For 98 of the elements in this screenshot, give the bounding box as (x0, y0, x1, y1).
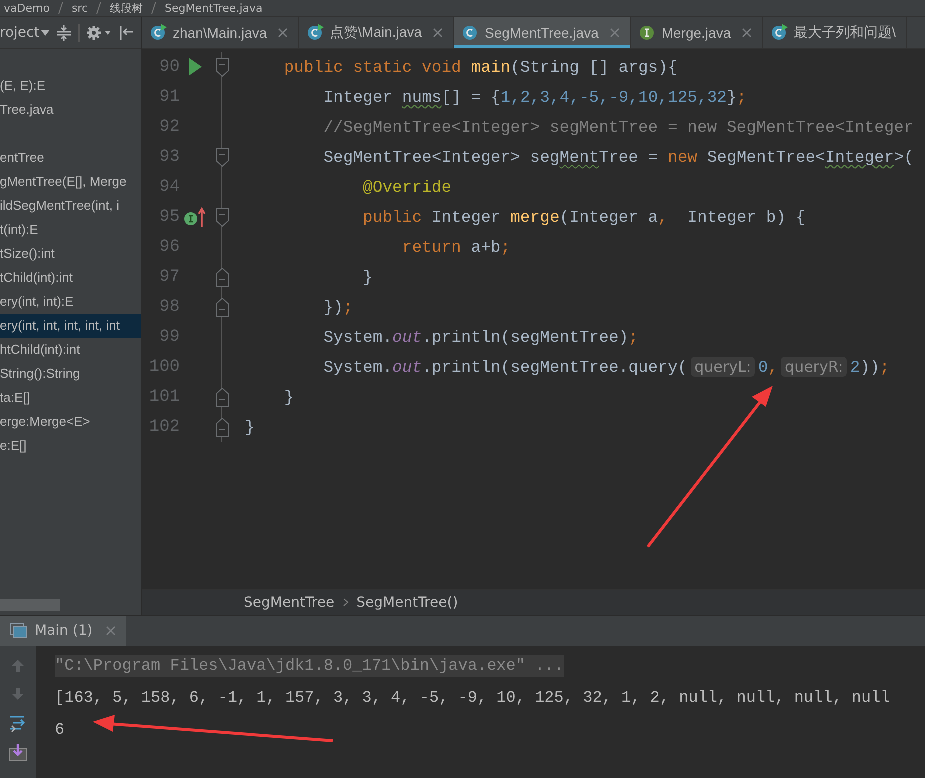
collapse-icon[interactable] (56, 24, 72, 40)
close-icon[interactable] (432, 28, 443, 38)
fold-icon[interactable] (216, 208, 228, 226)
structure-item[interactable]: (E, E):E (0, 74, 141, 98)
code-text: ; (880, 358, 890, 376)
chevron-icon (342, 598, 349, 607)
breadcrumb-item[interactable]: SegMentTree.java (165, 2, 263, 14)
line-number: 100 (148, 358, 180, 376)
line-number: 94 (158, 178, 180, 196)
structure-item[interactable]: tSize():int (0, 242, 141, 266)
fold-icon[interactable] (216, 148, 228, 166)
line-number: 102 (148, 418, 180, 436)
console-line: [163, 5, 158, 6, -1, 1, 157, 3, 3, 4, -5, -9, 10, 125, 32, 1, 2, null, null, null, null (55, 689, 890, 707)
code-line: } (245, 418, 255, 436)
line-number: 95 (158, 208, 180, 226)
run-icon[interactable] (187, 58, 203, 76)
line-number: 98 (158, 298, 180, 316)
code-line: //SegMentTree<Integer> segMentTree = new SegMentTree<Integer (322, 118, 914, 136)
code-line: Integer nums[] = {1,2,3,4,-5,-9,10,125,32}; (322, 88, 747, 106)
code-text: , (768, 358, 778, 376)
breadcrumb-item[interactable]: SegMentTree() (356, 594, 458, 610)
scrollbar-thumb[interactable] (0, 599, 60, 611)
code-line: return a+b; (401, 238, 511, 256)
editor-tab[interactable]: zhan\Main.java (142, 17, 300, 48)
editor-tab[interactable]: SegMentTree.java (454, 17, 631, 48)
fold-icon[interactable] (216, 298, 228, 316)
structure-item[interactable]: erge:Merge<E> (0, 410, 141, 434)
parameter-hint: queryR: (781, 356, 848, 376)
interface-icon (638, 24, 657, 41)
line-number: 96 (158, 238, 180, 256)
class-icon (462, 24, 480, 41)
breadcrumb-item[interactable]: SegMentTree (244, 594, 335, 610)
structure-item[interactable]: ery(int, int, int, int, int (0, 314, 141, 338)
line-number: 93 (158, 148, 180, 166)
line-number: 101 (148, 388, 180, 406)
runnable-class-icon (150, 24, 168, 41)
panel-title[interactable]: roject (0, 24, 40, 40)
code-text: out (392, 358, 422, 376)
structure-item[interactable]: ildSegMentTree(int, i (0, 194, 141, 218)
line-number: 90 (158, 58, 180, 76)
structure-item[interactable]: t(int):E (0, 218, 141, 242)
code-line: }); (322, 298, 354, 316)
separator-icon (151, 2, 157, 14)
dropdown-icon[interactable] (40, 30, 50, 36)
code-line: } (283, 388, 294, 406)
editor-tab[interactable]: Merge.java (630, 17, 764, 48)
structure-item[interactable]: Tree.java (0, 98, 141, 122)
close-icon[interactable] (742, 28, 752, 38)
code-line: public static void main(String [] args){ (283, 58, 678, 76)
scroll-to-end-icon[interactable] (9, 744, 27, 762)
runnable-class-icon (307, 24, 326, 41)
runnable-class-icon (771, 24, 790, 41)
code-text: )) (860, 358, 880, 376)
fold-icon[interactable] (216, 268, 228, 286)
line-number: 92 (158, 118, 180, 136)
arrow-down-icon[interactable] (10, 686, 26, 702)
fold-icon[interactable] (216, 388, 228, 406)
arrow-up-icon[interactable] (10, 658, 26, 674)
console-icon (10, 623, 28, 639)
structure-item[interactable]: htChild(int):int (0, 338, 141, 362)
structure-item[interactable]: ta:E[] (0, 386, 141, 410)
structure-item[interactable]: String():String (0, 362, 141, 386)
console-line: 6 (55, 721, 65, 739)
structure-item[interactable]: e:E[] (0, 434, 141, 458)
close-icon[interactable] (610, 28, 620, 38)
editor-tab[interactable]: 最大子列和问题\ (763, 17, 908, 48)
fold-icon[interactable] (216, 418, 228, 436)
code-text: System. (322, 358, 393, 376)
hide-panel-icon[interactable] (118, 24, 134, 40)
line-number: 99 (158, 328, 180, 346)
structure-item[interactable]: ery(int, int):E (0, 290, 141, 314)
code-text: .println(segMentTree.query( (422, 358, 688, 376)
line-number: 97 (158, 268, 180, 286)
code-line: System.out.println(segMentTree); (322, 328, 638, 346)
implements-icon[interactable] (184, 207, 206, 227)
structure-item[interactable]: tChild(int):int (0, 266, 141, 290)
line-number: 91 (158, 88, 180, 106)
breadcrumb-item[interactable]: 线段树 (110, 0, 143, 16)
editor-tab[interactable]: 点赞\Main.java (299, 17, 454, 48)
fold-icon[interactable] (216, 58, 228, 76)
separator-icon (58, 2, 64, 14)
soft-wrap-icon[interactable] (9, 714, 27, 732)
code-text: 0 (758, 358, 768, 376)
separator-icon (96, 2, 102, 14)
settings-icon[interactable] (86, 24, 112, 40)
breadcrumb-item[interactable]: src (72, 2, 88, 14)
code-line: } (362, 268, 373, 286)
run-tab[interactable]: Main (1) (0, 616, 126, 646)
code-line: SegMentTree<Integer> segMentTree = new SegMentTree<Integer>( (322, 148, 914, 166)
code-text: 2 (850, 358, 860, 376)
close-icon[interactable] (278, 28, 288, 38)
parameter-hint: queryL: (690, 356, 756, 376)
breadcrumb-item[interactable]: vaDemo (4, 2, 50, 14)
code-line: @Override (362, 178, 452, 196)
close-icon[interactable] (106, 626, 116, 636)
structure-item[interactable]: gMentTree(E[], Merge (0, 170, 141, 194)
code-line: public Integer merge(Integer a, Integer b) { (362, 208, 806, 226)
structure-item[interactable]: entTree (0, 146, 141, 170)
